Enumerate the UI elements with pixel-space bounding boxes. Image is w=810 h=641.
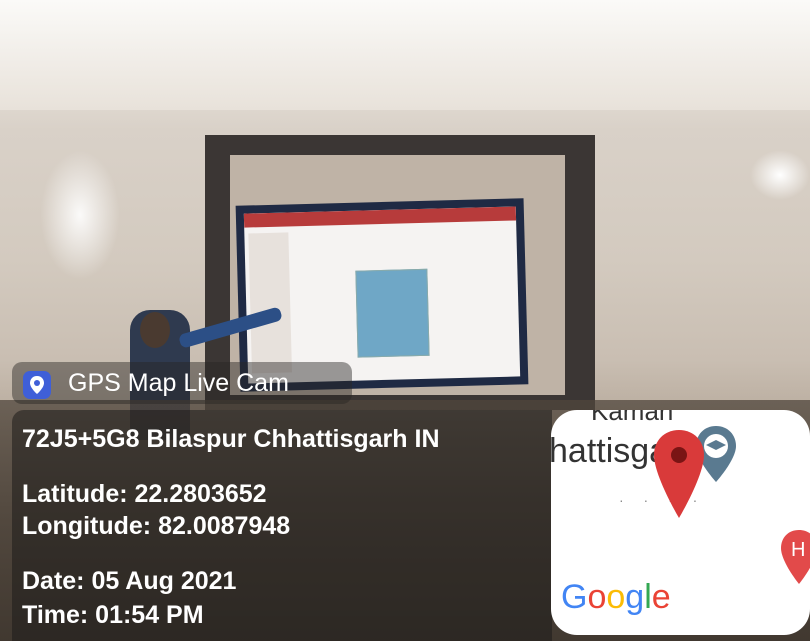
latitude-text: Latitude: 22.2803652	[22, 480, 267, 508]
map-thumbnail[interactable]: Kaman hattisga · · · · H Google	[551, 410, 810, 635]
screen-map	[355, 268, 430, 358]
map-label-top: Kaman	[591, 410, 674, 426]
screen-titlebar	[243, 206, 517, 228]
ceiling	[0, 0, 810, 110]
time-text: Time: 01:54 PM	[22, 601, 204, 629]
date-text: Date: 05 Aug 2021	[22, 567, 237, 595]
address-text: 72J5+5G8 Bilaspur Chhattisgarh IN	[22, 425, 440, 453]
svg-text:H: H	[791, 539, 805, 561]
screen-content	[243, 206, 521, 384]
hospital-marker-icon: H	[781, 530, 810, 584]
screen-sidebar	[248, 232, 292, 374]
wall-light	[40, 150, 120, 280]
longitude-text: Longitude: 82.0087948	[22, 512, 291, 540]
presenter-head	[140, 312, 170, 348]
location-pin-icon	[23, 371, 51, 399]
map-pin-icon	[654, 430, 704, 518]
app-name: GPS Map Live Cam	[68, 369, 289, 397]
google-attribution: Google	[561, 578, 671, 616]
wall-lamp	[750, 150, 810, 200]
